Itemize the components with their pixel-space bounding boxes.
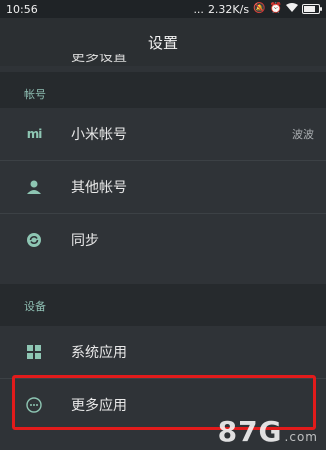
network-speed: 2.32K/s bbox=[207, 2, 250, 16]
grid-icon bbox=[24, 342, 44, 362]
status-time: 10:56 bbox=[6, 2, 38, 16]
settings-row-label: 同步 bbox=[71, 233, 99, 249]
settings-row-other-accounts[interactable]: 其他帐号 bbox=[0, 161, 326, 213]
section-header-account: 帐号 bbox=[0, 72, 326, 108]
settings-row-mi-account[interactable]: mi 小米帐号 波波 bbox=[0, 108, 326, 160]
page-title: 设置 bbox=[147, 33, 178, 52]
battery-icon bbox=[302, 4, 322, 14]
settings-row-label: 小米帐号 bbox=[71, 127, 127, 143]
section-title: 帐号 bbox=[24, 88, 46, 101]
settings-row-label: 其他帐号 bbox=[71, 180, 127, 196]
alarm-icon: ⏰ bbox=[269, 3, 282, 14]
mute-icon: 🔕 bbox=[253, 3, 266, 14]
settings-row-label: 系统应用 bbox=[71, 345, 127, 361]
settings-row-value: 波波 bbox=[292, 128, 314, 141]
person-icon bbox=[24, 177, 44, 197]
status-bar: 10:56 ... 2.32K/s 🔕 ⏰ bbox=[0, 0, 326, 18]
settings-row-label: 更多设置 bbox=[71, 54, 127, 65]
mi-icon: mi bbox=[26, 127, 43, 141]
status-right: ... 2.32K/s 🔕 ⏰ bbox=[193, 2, 322, 16]
watermark-text: 87G bbox=[217, 415, 283, 448]
sync-icon bbox=[24, 230, 44, 250]
settings-row-system-apps[interactable]: 系统应用 bbox=[0, 326, 326, 378]
watermark-sub: .com bbox=[284, 430, 318, 444]
section-header-device: 设备 bbox=[0, 284, 326, 326]
wifi-icon bbox=[286, 2, 298, 16]
watermark-logo: 87G .com bbox=[218, 415, 318, 448]
section-title: 设备 bbox=[24, 300, 46, 313]
status-dots: ... bbox=[193, 2, 204, 16]
settings-row-more-settings[interactable]: 更多设置 bbox=[0, 54, 326, 72]
settings-row-sync[interactable]: 同步 bbox=[0, 214, 326, 266]
